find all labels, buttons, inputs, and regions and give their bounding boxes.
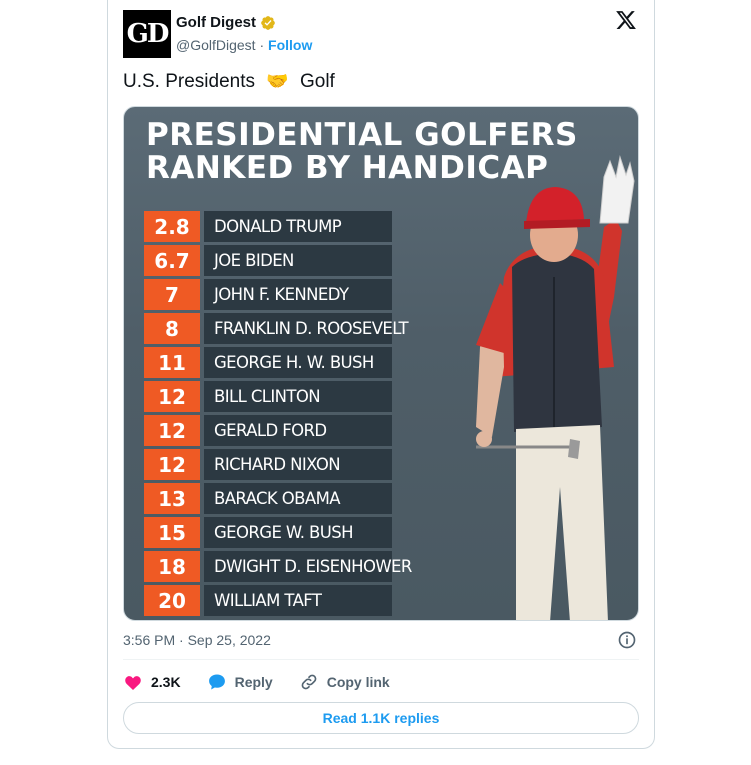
info-icon[interactable]	[617, 630, 637, 650]
ranking-handicap: 13	[144, 483, 200, 514]
ranking-handicap: 7	[144, 279, 200, 310]
ranking-handicap: 2.8	[144, 211, 200, 242]
reply-button[interactable]: Reply	[207, 672, 273, 692]
speech-bubble-icon	[208, 674, 225, 690]
copy-link-label: Copy link	[326, 674, 390, 690]
ranking-handicap: 8	[144, 313, 200, 344]
ranking-row: 15 GEORGE W. BUSH	[144, 517, 394, 548]
copy-link-button[interactable]: Copy link	[299, 672, 390, 692]
author-handle[interactable]: @GolfDigest	[176, 37, 256, 53]
like-button[interactable]: 2.3K	[123, 672, 181, 692]
ranking-row: 18 DWIGHT D. EISENHOWER	[144, 551, 412, 582]
ranking-handicap: 11	[144, 347, 200, 378]
action-bar: 2.3K Reply Copy link	[123, 670, 416, 694]
x-logo-icon[interactable]	[615, 9, 637, 31]
golfer-illustration	[476, 155, 635, 620]
tweet-text-end: Golf	[299, 71, 335, 92]
divider	[123, 659, 639, 660]
ranking-row: 12 GERALD FORD	[144, 415, 394, 446]
ranking-handicap: 12	[144, 381, 200, 412]
link-icon	[301, 674, 317, 690]
ranking-row: 12 RICHARD NIXON	[144, 449, 394, 480]
author-name[interactable]: Golf Digest	[176, 14, 256, 31]
heart-icon	[125, 676, 141, 690]
like-count: 2.3K	[151, 674, 181, 690]
follow-button[interactable]: Follow	[268, 37, 312, 53]
author-name-row: Golf Digest	[176, 14, 276, 31]
tweet-image[interactable]: PRESIDENTIAL GOLFERS RANKED BY HANDICAP …	[123, 106, 639, 621]
verified-badge-icon	[261, 15, 275, 30]
ranking-handicap: 20	[144, 585, 200, 616]
ranking-handicap: 18	[144, 551, 200, 582]
read-replies-button[interactable]: Read 1.1K replies	[123, 702, 639, 734]
ranking-row: 11 GEORGE H. W. BUSH	[144, 347, 394, 378]
ranking-handicap: 12	[144, 449, 200, 480]
reply-label: Reply	[234, 674, 273, 690]
ranking-row: 8 FRANKLIN D. ROOSEVELT	[144, 313, 409, 344]
ranking-handicap: 6.7	[144, 245, 200, 276]
separator: ·	[259, 37, 265, 53]
avatar[interactable]: GD	[123, 10, 171, 58]
tweet-timestamp[interactable]: 3:56 PM · Sep 25, 2022	[123, 632, 271, 648]
author-handle-row: @GolfDigest · Follow	[176, 37, 312, 53]
tweet-text: U.S. Presidents 🤝 Golf	[123, 71, 335, 93]
ranking-row: 12 BILL CLINTON	[144, 381, 394, 412]
ranking-row: 13 BARACK OBAMA	[144, 483, 394, 514]
ranking-handicap: 15	[144, 517, 200, 548]
ranking-row: 20 WILLIAM TAFT	[144, 585, 394, 616]
ranking-row: 2.8 DONALD TRUMP	[144, 211, 394, 242]
ranking-row: 7 JOHN F. KENNEDY	[144, 279, 394, 310]
handshake-emoji-icon: 🤝	[266, 71, 289, 91]
tweet-text-start: U.S. Presidents	[123, 71, 255, 92]
ranking-handicap: 12	[144, 415, 200, 446]
ranking-list: 2.8 DONALD TRUMP 6.7 JOE BIDEN 7 JOHN F. KENN…	[144, 211, 412, 619]
ranking-row: 6.7 JOE BIDEN	[144, 245, 394, 276]
